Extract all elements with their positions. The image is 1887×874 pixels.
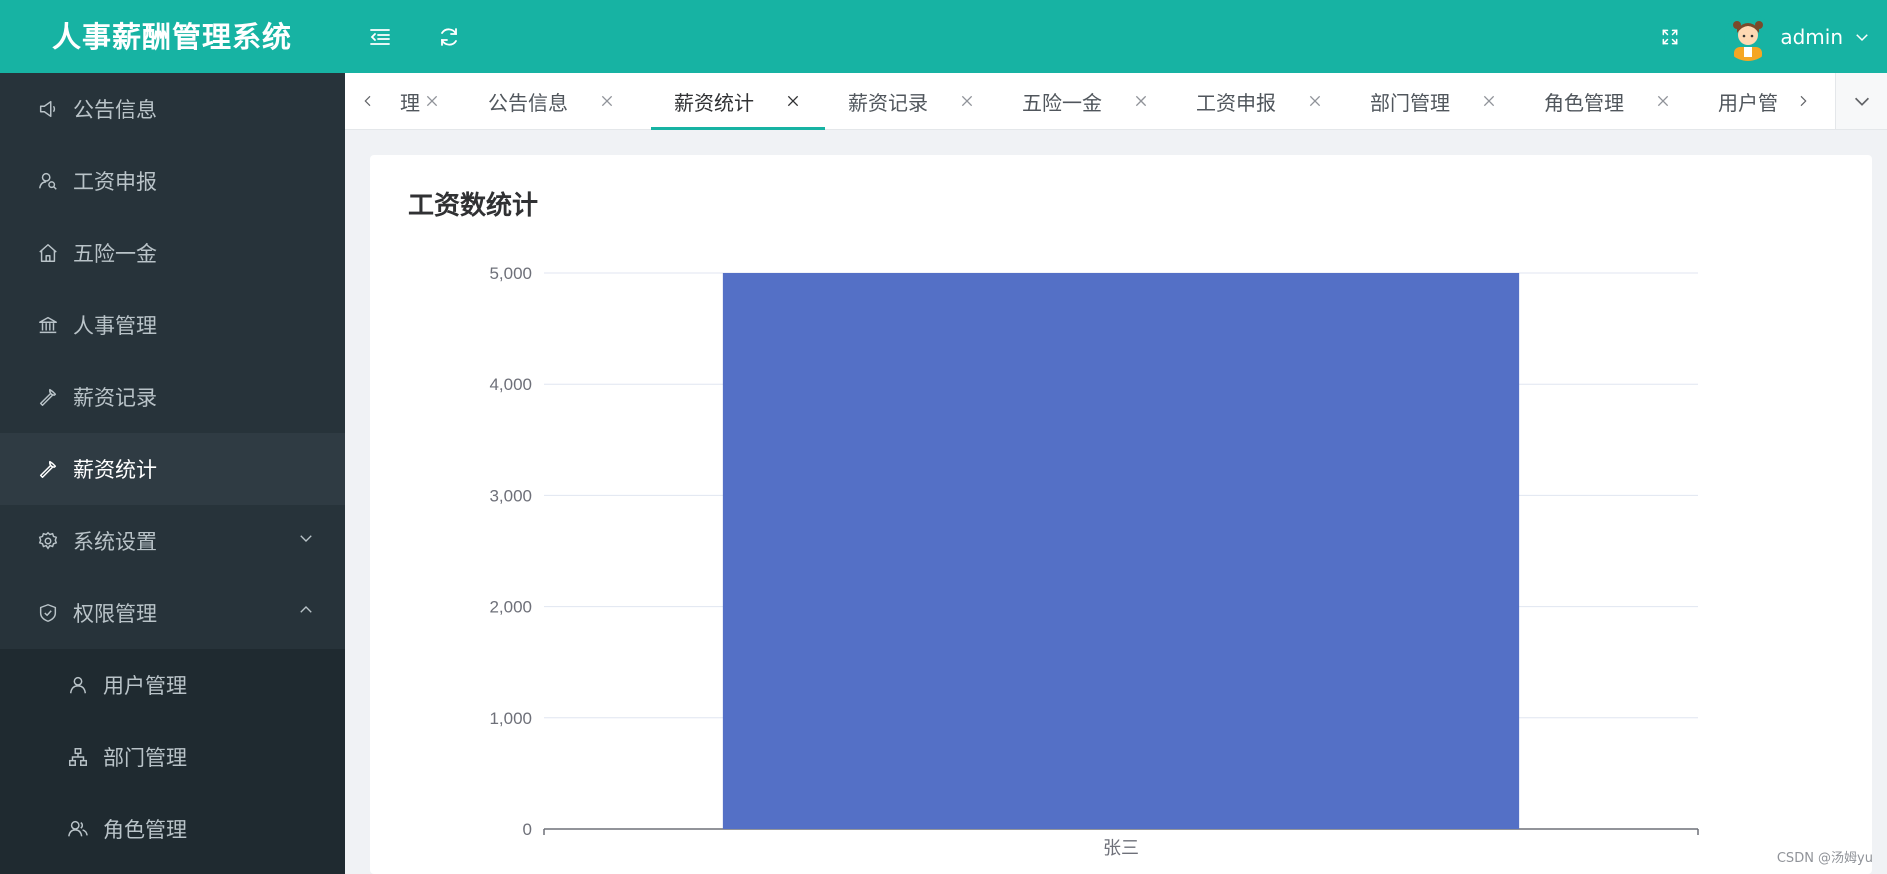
top-header: 人事薪酬管理系统 admin — [0, 0, 1887, 73]
tabs-more-button[interactable] — [1835, 73, 1887, 129]
avatar — [1724, 13, 1773, 61]
y-tick-label: 2,000 — [489, 598, 532, 617]
y-tick-label: 1,000 — [489, 709, 532, 728]
close-icon[interactable] — [785, 93, 801, 109]
sidebar-item-system-settings[interactable]: 系统设置 — [0, 505, 345, 577]
shield-check-icon — [36, 601, 60, 625]
refresh-icon — [441, 28, 457, 46]
fullscreen-button[interactable] — [1655, 22, 1685, 52]
username: admin — [1780, 25, 1843, 49]
tab-salary-declaration[interactable]: 工资申报 — [1173, 73, 1347, 129]
sidebar-item-announcements[interactable]: 公告信息 — [0, 73, 345, 145]
close-icon[interactable] — [599, 93, 615, 109]
y-tick-label: 0 — [523, 820, 532, 839]
sidebar-item-insurance[interactable]: 五险一金 — [0, 217, 345, 289]
user-search-icon — [36, 169, 60, 193]
user-icon — [66, 673, 90, 697]
wrench-icon — [36, 385, 60, 409]
megaphone-icon — [36, 97, 60, 121]
y-tick-label: 4,000 — [489, 375, 532, 394]
sidebar-item-label: 部门管理 — [103, 746, 187, 770]
sidebar-item-label: 薪资记录 — [73, 386, 157, 410]
tab-department-management[interactable]: 部门管理 — [1347, 73, 1521, 129]
sidebar-item-role-management[interactable]: 角色管理 — [0, 793, 345, 865]
sidebar-item-user-management[interactable]: 用户管理 — [0, 649, 345, 721]
sidebar-item-salary-declaration[interactable]: 工资申报 — [0, 145, 345, 217]
sidebar: 公告信息 工资申报 五险一金 人事管理 薪资记录 薪资统计 系统设置 权限管理 … — [0, 73, 345, 874]
chevron-down-icon — [300, 535, 312, 542]
y-tick-label: 3,000 — [489, 486, 532, 505]
gear-icon — [36, 529, 60, 553]
close-icon[interactable] — [1481, 93, 1497, 109]
tab-salary-records[interactable]: 薪资记录 — [825, 73, 999, 129]
sidebar-item-personnel[interactable]: 人事管理 — [0, 289, 345, 361]
sidebar-item-label: 薪资统计 — [73, 458, 157, 482]
statistics-card: 工资数统计 0 1,000 2,000 3,000 4,000 5,000 张三 — [370, 155, 1872, 874]
sidebar-item-label: 五险一金 — [73, 242, 157, 266]
chevron-down-icon — [1856, 34, 1868, 42]
tab-item[interactable]: 理 — [340, 73, 464, 129]
tab-announcements[interactable]: 公告信息 — [465, 73, 639, 129]
watermark: CSDN @汤姆yu — [1776, 851, 1873, 866]
home-icon — [36, 241, 60, 265]
close-icon[interactable] — [1307, 93, 1323, 109]
org-chart-icon — [66, 745, 90, 769]
chevron-up-icon — [300, 606, 312, 613]
sidebar-item-department-management[interactable]: 部门管理 — [0, 721, 345, 793]
tabs-scroll-right-button[interactable] — [1789, 73, 1817, 129]
chevron-right-icon — [1800, 95, 1807, 107]
wrench-icon — [36, 457, 60, 481]
bank-icon — [36, 313, 60, 337]
close-icon[interactable] — [959, 93, 975, 109]
sidebar-item-label: 工资申报 — [73, 170, 157, 194]
sidebar-item-label: 系统设置 — [73, 530, 157, 554]
close-icon[interactable] — [424, 93, 440, 109]
bar-chart: 0 1,000 2,000 3,000 4,000 5,000 张三 — [489, 264, 1699, 859]
sidebar-item-label: 权限管理 — [73, 602, 157, 626]
refresh-button[interactable] — [434, 22, 464, 52]
y-tick-label: 5,000 — [489, 264, 532, 283]
app-title: 人事薪酬管理系统 — [52, 20, 293, 54]
chevron-down-icon — [1854, 97, 1869, 106]
sidebar-item-label: 公告信息 — [73, 98, 157, 122]
tab-salary-statistics[interactable]: 薪资统计 — [651, 73, 825, 130]
tabs-bar: 理 公告信息 薪资统计 薪资记录 五险一金 工资申报 部门管理 角色管理 用户管 — [345, 73, 1887, 130]
bar — [722, 273, 1520, 829]
menu-fold-icon — [370, 29, 390, 45]
sidebar-item-label: 用户管理 — [103, 674, 187, 698]
collapse-sidebar-button[interactable] — [365, 22, 395, 52]
sidebar-item-permissions[interactable]: 权限管理 — [0, 577, 345, 649]
sidebar-item-label: 人事管理 — [73, 314, 157, 338]
x-tick-label: 张三 — [1103, 838, 1139, 859]
close-icon[interactable] — [1655, 93, 1671, 109]
sidebar-item-salary-records[interactable]: 薪资记录 — [0, 361, 345, 433]
user-menu[interactable]: admin — [1724, 12, 1871, 62]
sidebar-item-salary-statistics[interactable]: 薪资统计 — [0, 433, 345, 505]
close-icon[interactable] — [1133, 93, 1149, 109]
tab-role-management[interactable]: 角色管理 — [1521, 73, 1695, 129]
fullscreen-icon — [1662, 29, 1678, 45]
tab-insurance[interactable]: 五险一金 — [999, 73, 1173, 129]
users-icon — [66, 817, 90, 841]
sidebar-item-label: 角色管理 — [103, 818, 187, 842]
